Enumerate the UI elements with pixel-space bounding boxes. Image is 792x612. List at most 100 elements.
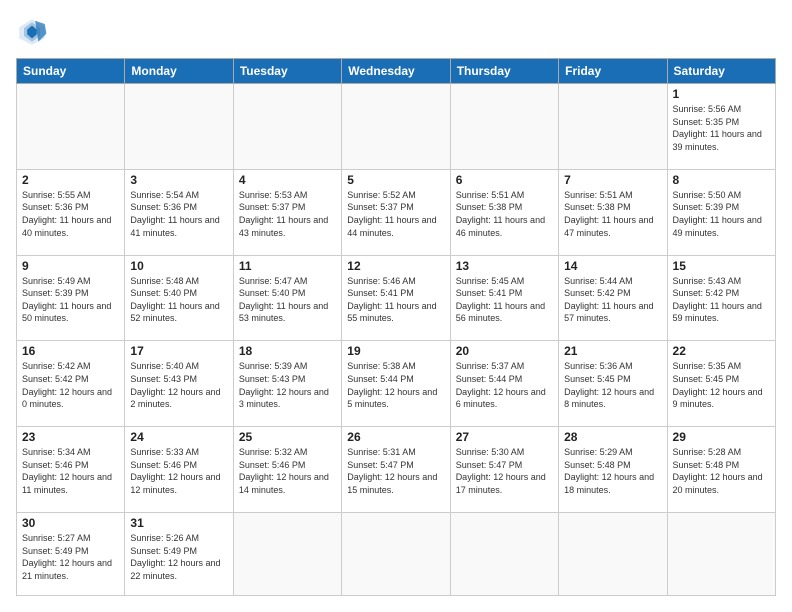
week-row-1: 1Sunrise: 5:56 AM Sunset: 5:35 PM Daylig… [17, 84, 776, 170]
day-number: 5 [347, 173, 444, 187]
day-cell: 23 Sunrise: 5:34 AM Sunset: 5:46 PM Dayli… [17, 427, 125, 513]
day-number: 28 [564, 430, 661, 444]
week-row-2: 2 Sunrise: 5:55 AM Sunset: 5:36 PM Daylig… [17, 169, 776, 255]
day-cell: 18 Sunrise: 5:39 AM Sunset: 5:43 PM Dayli… [233, 341, 341, 427]
day-number: 18 [239, 344, 336, 358]
day-cell: 7 Sunrise: 5:51 AM Sunset: 5:38 PM Daylig… [559, 169, 667, 255]
day-cell [233, 84, 341, 170]
day-number: 3 [130, 173, 227, 187]
day-number: 8 [673, 173, 770, 187]
day-info: Sunrise: 5:50 AM Sunset: 5:39 PM Dayligh… [673, 189, 770, 239]
week-row-5: 23 Sunrise: 5:34 AM Sunset: 5:46 PM Dayli… [17, 427, 776, 513]
day-number: 10 [130, 259, 227, 273]
day-info: Sunrise: 5:51 AM Sunset: 5:38 PM Dayligh… [564, 189, 661, 239]
day-info: Sunrise: 5:27 AM Sunset: 5:49 PM Dayligh… [22, 532, 119, 582]
day-cell: 8 Sunrise: 5:50 AM Sunset: 5:39 PM Daylig… [667, 169, 775, 255]
day-info: Sunrise: 5:48 AM Sunset: 5:40 PM Dayligh… [130, 275, 227, 325]
day-cell: 1Sunrise: 5:56 AM Sunset: 5:35 PM Daylig… [667, 84, 775, 170]
day-cell: 14 Sunrise: 5:44 AM Sunset: 5:42 PM Dayli… [559, 255, 667, 341]
day-cell [233, 513, 341, 596]
day-cell [667, 513, 775, 596]
day-number: 20 [456, 344, 553, 358]
day-number: 13 [456, 259, 553, 273]
day-number: 26 [347, 430, 444, 444]
day-info: Sunrise: 5:47 AM Sunset: 5:40 PM Dayligh… [239, 275, 336, 325]
header-row: SundayMondayTuesdayWednesdayThursdayFrid… [17, 59, 776, 84]
week-row-6: 30 Sunrise: 5:27 AM Sunset: 5:49 PM Dayli… [17, 513, 776, 596]
day-number: 17 [130, 344, 227, 358]
day-info: Sunrise: 5:30 AM Sunset: 5:47 PM Dayligh… [456, 446, 553, 496]
week-row-3: 9 Sunrise: 5:49 AM Sunset: 5:39 PM Daylig… [17, 255, 776, 341]
column-header-tuesday: Tuesday [233, 59, 341, 84]
day-cell: 15 Sunrise: 5:43 AM Sunset: 5:42 PM Dayli… [667, 255, 775, 341]
day-number: 21 [564, 344, 661, 358]
calendar-table: SundayMondayTuesdayWednesdayThursdayFrid… [16, 58, 776, 596]
day-number: 2 [22, 173, 119, 187]
day-info: Sunrise: 5:29 AM Sunset: 5:48 PM Dayligh… [564, 446, 661, 496]
day-cell: 11 Sunrise: 5:47 AM Sunset: 5:40 PM Dayli… [233, 255, 341, 341]
day-info: Sunrise: 5:36 AM Sunset: 5:45 PM Dayligh… [564, 360, 661, 410]
day-cell [559, 84, 667, 170]
day-info: Sunrise: 5:45 AM Sunset: 5:41 PM Dayligh… [456, 275, 553, 325]
logo [16, 16, 52, 48]
day-cell: 21 Sunrise: 5:36 AM Sunset: 5:45 PM Dayli… [559, 341, 667, 427]
day-number: 19 [347, 344, 444, 358]
day-info: Sunrise: 5:44 AM Sunset: 5:42 PM Dayligh… [564, 275, 661, 325]
day-number: 14 [564, 259, 661, 273]
day-cell: 30 Sunrise: 5:27 AM Sunset: 5:49 PM Dayli… [17, 513, 125, 596]
day-number: 15 [673, 259, 770, 273]
day-number: 30 [22, 516, 119, 530]
day-cell [342, 513, 450, 596]
day-info: Sunrise: 5:54 AM Sunset: 5:36 PM Dayligh… [130, 189, 227, 239]
day-info: Sunrise: 5:46 AM Sunset: 5:41 PM Dayligh… [347, 275, 444, 325]
day-info: Sunrise: 5:28 AM Sunset: 5:48 PM Dayligh… [673, 446, 770, 496]
day-cell: 28 Sunrise: 5:29 AM Sunset: 5:48 PM Dayli… [559, 427, 667, 513]
day-info: Sunrise: 5:37 AM Sunset: 5:44 PM Dayligh… [456, 360, 553, 410]
day-info: Sunrise: 5:56 AM Sunset: 5:35 PM Dayligh… [673, 103, 770, 153]
day-number: 7 [564, 173, 661, 187]
day-number: 6 [456, 173, 553, 187]
day-cell [450, 513, 558, 596]
day-info: Sunrise: 5:52 AM Sunset: 5:37 PM Dayligh… [347, 189, 444, 239]
day-info: Sunrise: 5:34 AM Sunset: 5:46 PM Dayligh… [22, 446, 119, 496]
day-number: 23 [22, 430, 119, 444]
day-cell: 20 Sunrise: 5:37 AM Sunset: 5:44 PM Dayli… [450, 341, 558, 427]
page: SundayMondayTuesdayWednesdayThursdayFrid… [0, 0, 792, 612]
day-cell: 13 Sunrise: 5:45 AM Sunset: 5:41 PM Dayli… [450, 255, 558, 341]
header [16, 16, 776, 48]
day-cell: 31 Sunrise: 5:26 AM Sunset: 5:49 PM Dayli… [125, 513, 233, 596]
day-info: Sunrise: 5:43 AM Sunset: 5:42 PM Dayligh… [673, 275, 770, 325]
day-number: 25 [239, 430, 336, 444]
column-header-friday: Friday [559, 59, 667, 84]
day-cell: 19Sunrise: 5:38 AM Sunset: 5:44 PM Dayli… [342, 341, 450, 427]
column-header-thursday: Thursday [450, 59, 558, 84]
day-cell [125, 84, 233, 170]
day-info: Sunrise: 5:39 AM Sunset: 5:43 PM Dayligh… [239, 360, 336, 410]
day-info: Sunrise: 5:32 AM Sunset: 5:46 PM Dayligh… [239, 446, 336, 496]
day-number: 11 [239, 259, 336, 273]
day-number: 29 [673, 430, 770, 444]
day-cell: 25 Sunrise: 5:32 AM Sunset: 5:46 PM Dayli… [233, 427, 341, 513]
column-header-wednesday: Wednesday [342, 59, 450, 84]
day-number: 31 [130, 516, 227, 530]
day-number: 24 [130, 430, 227, 444]
column-header-monday: Monday [125, 59, 233, 84]
day-info: Sunrise: 5:49 AM Sunset: 5:39 PM Dayligh… [22, 275, 119, 325]
column-header-saturday: Saturday [667, 59, 775, 84]
day-cell: 2 Sunrise: 5:55 AM Sunset: 5:36 PM Daylig… [17, 169, 125, 255]
day-cell: 4Sunrise: 5:53 AM Sunset: 5:37 PM Daylig… [233, 169, 341, 255]
day-info: Sunrise: 5:55 AM Sunset: 5:36 PM Dayligh… [22, 189, 119, 239]
day-number: 9 [22, 259, 119, 273]
day-info: Sunrise: 5:53 AM Sunset: 5:37 PM Dayligh… [239, 189, 336, 239]
day-cell [450, 84, 558, 170]
day-cell: 27 Sunrise: 5:30 AM Sunset: 5:47 PM Dayli… [450, 427, 558, 513]
day-number: 22 [673, 344, 770, 358]
day-cell: 29 Sunrise: 5:28 AM Sunset: 5:48 PM Dayli… [667, 427, 775, 513]
day-cell: 6 Sunrise: 5:51 AM Sunset: 5:38 PM Daylig… [450, 169, 558, 255]
day-number: 27 [456, 430, 553, 444]
day-info: Sunrise: 5:26 AM Sunset: 5:49 PM Dayligh… [130, 532, 227, 582]
day-cell: 16Sunrise: 5:42 AM Sunset: 5:42 PM Dayli… [17, 341, 125, 427]
day-number: 16 [22, 344, 119, 358]
day-cell [559, 513, 667, 596]
day-info: Sunrise: 5:51 AM Sunset: 5:38 PM Dayligh… [456, 189, 553, 239]
